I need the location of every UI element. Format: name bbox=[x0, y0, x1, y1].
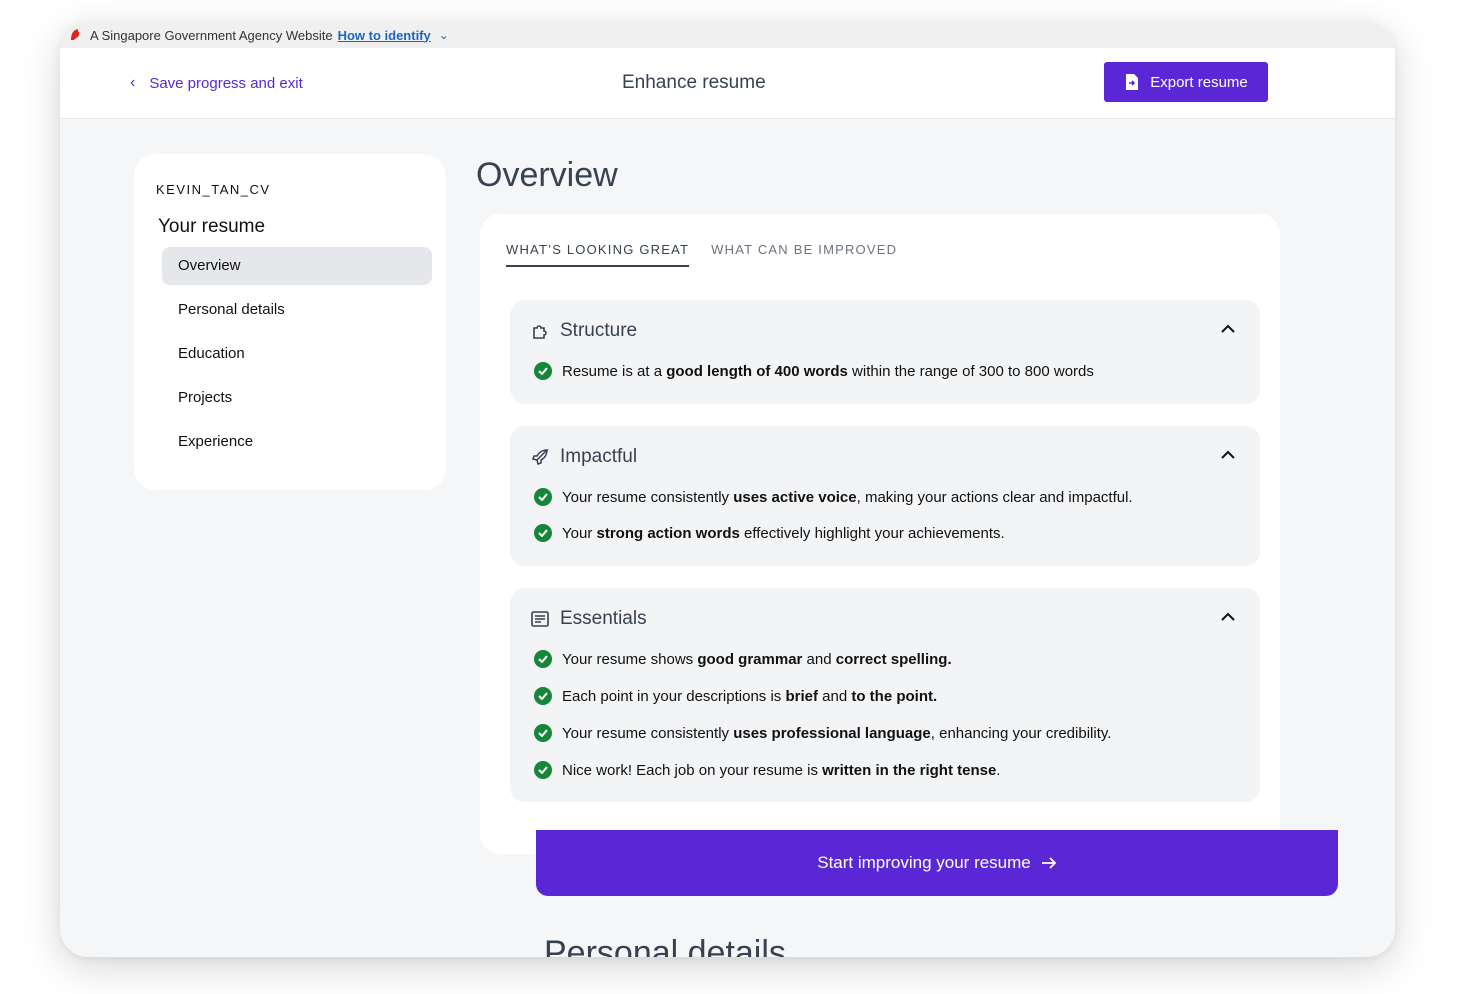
rocket-icon bbox=[532, 449, 549, 465]
item-bold: good length of 400 words bbox=[666, 362, 848, 380]
item-text: Your bbox=[562, 524, 597, 542]
start-improving-label: Start improving your resume bbox=[817, 853, 1031, 872]
impactful-header[interactable]: Impactful bbox=[530, 446, 637, 468]
item-bold: uses professional language bbox=[733, 724, 931, 742]
item-text: Nice work! Each job on your resume is bbox=[562, 761, 823, 779]
item-text: and bbox=[817, 687, 852, 705]
item-bold: brief bbox=[785, 687, 818, 705]
item-text: and bbox=[802, 650, 836, 668]
sidebar-item-personal-details[interactable]: Personal details bbox=[162, 291, 432, 329]
list-item: Resume is at a good length of 400 words … bbox=[534, 362, 1094, 380]
tab-can-be-improved[interactable]: WHAT CAN BE IMPROVED bbox=[711, 242, 897, 267]
start-improving-button[interactable]: Start improving your resume bbox=[536, 830, 1338, 896]
tab-looking-great[interactable]: WHAT’S LOOKING GREAT bbox=[506, 242, 690, 267]
puzzle-icon bbox=[533, 325, 547, 339]
item-text: Resume is at a bbox=[562, 362, 667, 380]
chevron-up-icon[interactable] bbox=[1220, 450, 1236, 460]
chevron-left-icon: ‹ bbox=[130, 74, 136, 91]
resume-file-name: KEVIN_TAN_CV bbox=[156, 182, 271, 197]
item-text: Each point in your descriptions is bbox=[562, 687, 786, 705]
overview-card: WHAT’S LOOKING GREAT WHAT CAN BE IMPROVE… bbox=[480, 214, 1280, 854]
list-item: Each point in your descriptions is brief… bbox=[534, 687, 937, 705]
item-text: Your resume consistently bbox=[562, 724, 734, 742]
item-text: effectively highlight your achievements. bbox=[739, 524, 1005, 542]
impactful-title: Impactful bbox=[560, 446, 638, 467]
essentials-title: Essentials bbox=[560, 608, 647, 629]
chevron-up-icon[interactable] bbox=[1220, 612, 1236, 622]
check-circle-icon bbox=[534, 362, 552, 380]
item-bold: correct spelling. bbox=[835, 650, 952, 668]
export-resume-button[interactable]: Export resume bbox=[1104, 62, 1268, 102]
top-bar: ‹ Save progress and exit Enhance resume … bbox=[60, 48, 1395, 119]
check-circle-icon bbox=[534, 524, 552, 542]
chevron-up-icon[interactable] bbox=[1220, 324, 1236, 334]
check-circle-icon bbox=[534, 650, 552, 668]
item-text: within the range of 300 to 800 words bbox=[847, 362, 1094, 380]
export-resume-label: Export resume bbox=[1150, 73, 1248, 91]
overview-heading: Overview bbox=[476, 156, 618, 194]
impactful-section: Impactful Your resume consistently uses … bbox=[510, 426, 1260, 566]
save-exit-label: Save progress and exit bbox=[149, 74, 303, 92]
item-text: , making your actions clear and impactfu… bbox=[856, 488, 1133, 506]
document-list-icon bbox=[531, 611, 549, 627]
sidebar-item-experience[interactable]: Experience bbox=[162, 423, 432, 461]
item-text: Your resume consistently bbox=[562, 488, 734, 506]
gov-banner-text: A Singapore Government Agency Website bbox=[90, 27, 333, 43]
item-text: . bbox=[996, 761, 1001, 779]
sidebar-heading: Your resume bbox=[158, 216, 266, 237]
item-text: Your resume shows bbox=[562, 650, 698, 668]
save-exit-link[interactable]: ‹ Save progress and exit bbox=[130, 74, 303, 92]
gov-banner: A Singapore Government Agency Website Ho… bbox=[60, 22, 1395, 48]
list-item: Your resume shows good grammar and corre… bbox=[534, 650, 952, 668]
item-bold: strong action words bbox=[596, 524, 740, 542]
item-text: , enhancing your credibility. bbox=[930, 724, 1112, 742]
item-bold: good grammar bbox=[697, 650, 803, 668]
check-circle-icon bbox=[534, 488, 552, 506]
list-item: Nice work! Each job on your resume is wr… bbox=[534, 761, 1000, 779]
structure-title: Structure bbox=[560, 320, 638, 341]
page-title: Enhance resume bbox=[622, 72, 766, 93]
check-circle-icon bbox=[534, 724, 552, 742]
list-item: Your resume consistently uses active voi… bbox=[534, 488, 1133, 506]
structure-section: Structure Resume is at a good length of … bbox=[510, 300, 1260, 404]
personal-details-heading: Personal details bbox=[544, 934, 786, 957]
essentials-header[interactable]: Essentials bbox=[530, 608, 647, 630]
item-bold: to the point. bbox=[851, 687, 938, 705]
lion-logo-icon bbox=[71, 29, 80, 40]
chevron-down-icon[interactable]: ⌄ bbox=[439, 28, 449, 42]
app-window: A Singapore Government Agency Website Ho… bbox=[60, 22, 1395, 957]
check-circle-icon bbox=[534, 687, 552, 705]
file-export-icon bbox=[1126, 74, 1139, 90]
item-bold: written in the right tense bbox=[822, 761, 997, 779]
list-item: Your strong action words effectively hig… bbox=[534, 524, 1005, 542]
sidebar-item-overview[interactable]: Overview bbox=[162, 247, 432, 285]
structure-header[interactable]: Structure bbox=[530, 320, 637, 342]
overview-tabs: WHAT’S LOOKING GREAT WHAT CAN BE IMPROVE… bbox=[506, 242, 897, 267]
list-item: Your resume consistently uses profession… bbox=[534, 724, 1111, 742]
how-to-identify-link[interactable]: How to identify bbox=[338, 28, 431, 43]
item-bold: uses active voice bbox=[733, 488, 857, 506]
sidebar-item-education[interactable]: Education bbox=[162, 335, 432, 373]
arrow-right-icon bbox=[1041, 857, 1057, 869]
check-circle-icon bbox=[534, 761, 552, 779]
sidebar-item-projects[interactable]: Projects bbox=[162, 379, 432, 417]
resume-sidebar: KEVIN_TAN_CV Your resume Overview Person… bbox=[134, 154, 446, 490]
essentials-section: Essentials Your resume shows good gramma… bbox=[510, 588, 1260, 802]
